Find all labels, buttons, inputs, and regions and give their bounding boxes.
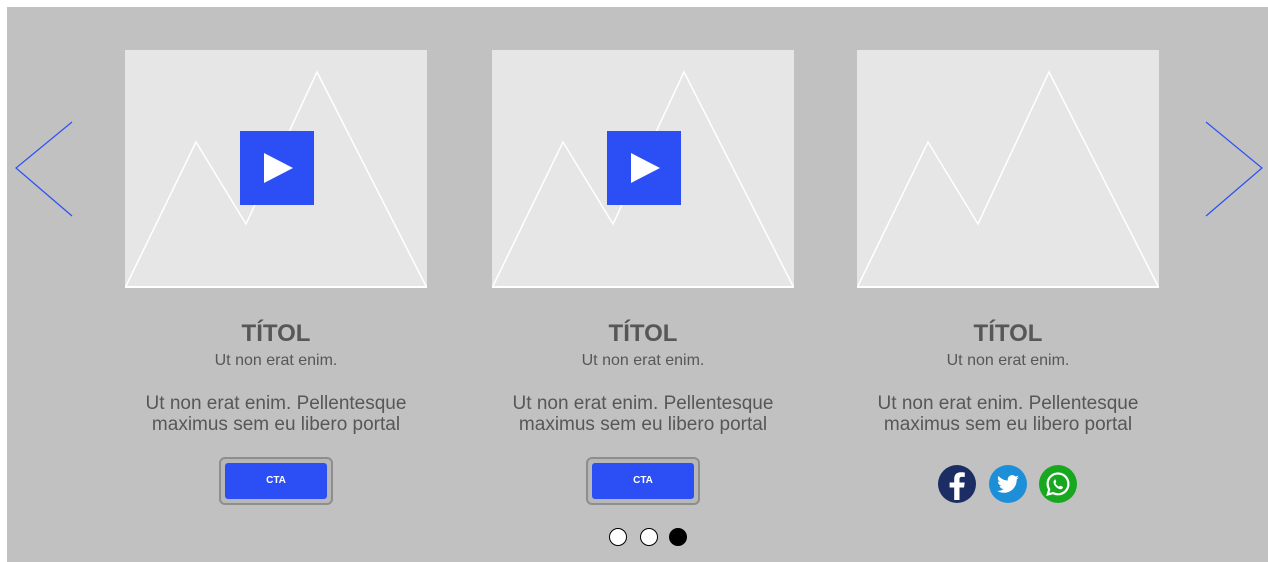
pagination-dot-active[interactable]	[669, 528, 687, 546]
pagination-dot[interactable]	[609, 528, 627, 546]
image-placeholder	[492, 50, 794, 288]
card-body-line: Ut non erat enim. Pellentesque	[512, 393, 774, 414]
cta-button-frame: CTA	[586, 457, 700, 505]
cta-button-frame: CTA	[219, 457, 333, 505]
pagination-dots	[609, 528, 689, 548]
carousel-card: TÍTOL Ut non erat enim. Ut non erat enim…	[125, 50, 427, 520]
pagination-dot[interactable]	[640, 528, 658, 546]
card-body-line: Ut non erat enim. Pellentesque	[145, 393, 407, 414]
card-body: Ut non erat enim. Pellentesque maximus s…	[120, 393, 432, 435]
whatsapp-icon[interactable]	[1038, 464, 1078, 504]
card-title: TÍTOL	[608, 320, 678, 347]
twitter-icon[interactable]	[988, 464, 1028, 504]
chevron-right-icon[interactable]	[1204, 120, 1264, 220]
chevron-left-icon[interactable]	[14, 120, 74, 220]
play-icon	[631, 153, 660, 183]
facebook-icon[interactable]	[937, 464, 977, 504]
card-body: Ut non erat enim. Pellentesque maximus s…	[852, 393, 1164, 435]
card-title: TÍTOL	[973, 320, 1043, 347]
card-body-line: Ut non erat enim. Pellentesque	[877, 393, 1139, 414]
card-subtitle: Ut non erat enim.	[214, 352, 338, 369]
card-body-line: maximus sem eu libero portal	[518, 414, 768, 435]
carousel: TÍTOL Ut non erat enim. Ut non erat enim…	[7, 7, 1268, 562]
card-subtitle: Ut non erat enim.	[581, 352, 705, 369]
image-placeholder	[125, 50, 427, 288]
play-icon	[264, 153, 293, 183]
cta-button[interactable]: CTA	[592, 463, 694, 499]
mountain-placeholder-icon	[857, 70, 1159, 288]
card-subtitle: Ut non erat enim.	[946, 352, 1070, 369]
play-button[interactable]	[607, 131, 681, 205]
card-body: Ut non erat enim. Pellentesque maximus s…	[487, 393, 799, 435]
carousel-card: TÍTOL Ut non erat enim. Ut non erat enim…	[492, 50, 794, 520]
card-body-line: maximus sem eu libero portal	[151, 414, 401, 435]
social-share-icons	[937, 464, 1081, 504]
card-body-line: maximus sem eu libero portal	[883, 414, 1133, 435]
image-placeholder	[857, 50, 1159, 288]
play-button[interactable]	[240, 131, 314, 205]
card-title: TÍTOL	[241, 320, 311, 347]
cta-button[interactable]: CTA	[225, 463, 327, 499]
carousel-card: TÍTOL Ut non erat enim. Ut non erat enim…	[857, 50, 1159, 520]
